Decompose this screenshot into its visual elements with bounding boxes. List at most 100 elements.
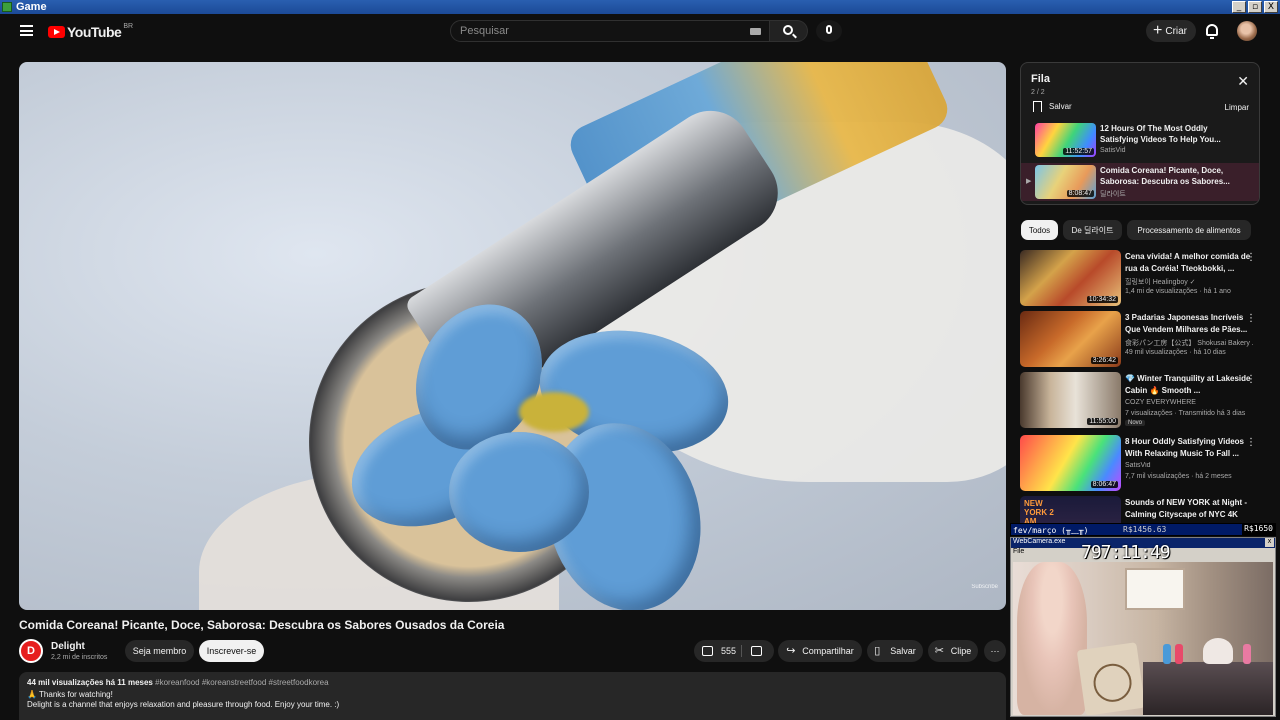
clip-label: Clipe — [950, 646, 972, 656]
clip-button[interactable]: ✂ Clipe — [928, 640, 978, 662]
queue-item[interactable]: 11:52:57 12 Hours Of The Most Oddly Sati… — [1021, 121, 1259, 159]
recommendation-thumbnail: 10:34:32 — [1020, 250, 1121, 306]
search-icon — [783, 25, 793, 35]
subscribe-button[interactable]: Inscrever-se — [199, 640, 264, 662]
join-button[interactable]: Seja membro — [125, 640, 194, 662]
recommendation-title: Sounds of NEW YORK at Night - Calming Ci… — [1125, 498, 1248, 519]
create-button[interactable]: + Criar — [1146, 20, 1196, 42]
recommendation-duration: 8:06:47 — [1090, 481, 1118, 488]
webcam-view — [1013, 562, 1273, 715]
webcam-bottle — [1243, 644, 1251, 664]
recommendation-title: Cena vívida! A melhor comida de rua da C… — [1125, 252, 1251, 273]
thumbs-up-icon[interactable] — [702, 646, 713, 656]
youtube-logo[interactable]: YouTube BR — [48, 23, 133, 40]
webcam-window[interactable]: WebCamera.exe x File 797:11:49 — [1010, 537, 1276, 717]
queue-count: 2 / 2 — [1031, 89, 1045, 96]
recommendation-duration: 10:34:32 — [1086, 296, 1118, 303]
share-icon: ↪ — [786, 645, 796, 657]
recommendation-item[interactable]: NEW YORK 2 AM Sounds of NEW YORK at Nigh… — [1020, 496, 1268, 523]
recommendation-thumbnail: 11:55:00 — [1020, 372, 1121, 428]
more-actions-button[interactable]: ⋯ — [984, 640, 1006, 662]
queue-item-channel: SatisVid — [1100, 147, 1126, 154]
recommendation-thumbnail: 8:06:47 — [1020, 435, 1121, 491]
queue-title: Fila — [1031, 73, 1050, 85]
close-icon[interactable]: x — [1265, 538, 1274, 547]
channel-name[interactable]: Delight — [51, 641, 85, 652]
bell-icon[interactable] — [1206, 24, 1218, 39]
upload-age: há 11 meses — [105, 678, 153, 687]
recommendation-channel: COZY EVERYWHERE — [1125, 399, 1196, 406]
search-input[interactable] — [460, 25, 740, 37]
recommendation-item[interactable]: 8:06:47 8 Hour Oddly Satisfying Videos W… — [1020, 435, 1268, 491]
queue-save-label: Salvar — [1049, 102, 1072, 111]
recommendation-meta: 1,4 mi de visualizações · há 1 ano — [1125, 288, 1231, 295]
queue-item-duration: 8:08:47 — [1066, 190, 1094, 197]
recommendation-duration: 3:26:42 — [1090, 357, 1118, 364]
recommendation-item[interactable]: 3:26:42 3 Padarias Japonesas Incríveis Q… — [1020, 311, 1268, 367]
description-box[interactable]: 44 mil visualizações há 11 meses #korean… — [19, 672, 1006, 720]
chip-from-channel[interactable]: De 딜라이트 — [1063, 220, 1122, 240]
mic-icon — [826, 25, 832, 34]
like-count: 555 — [721, 646, 737, 656]
create-label: Criar — [1165, 25, 1188, 37]
bookmark-icon: ▯ — [874, 645, 881, 657]
more-vert-icon[interactable]: ⋮ — [1246, 438, 1256, 448]
webcam-menu-file[interactable]: File — [1013, 548, 1024, 555]
menu-icon[interactable] — [20, 25, 33, 36]
thumbs-down-icon[interactable] — [751, 646, 762, 656]
queue-item-duration: 11:52:57 — [1063, 148, 1094, 155]
avatar[interactable] — [1237, 21, 1257, 41]
hashtags[interactable]: #koreanfood #koreanstreetfood #streetfoo… — [155, 678, 328, 687]
more-vert-icon[interactable]: ⋮ — [1246, 314, 1256, 324]
thumbnail-caption: NEW YORK 2 AM — [1024, 499, 1054, 523]
queue-clear-button[interactable]: Limpar — [1225, 103, 1249, 112]
keyboard-icon[interactable] — [750, 28, 761, 35]
more-vert-icon[interactable]: ⋮ — [1246, 375, 1256, 385]
save-label: Salvar — [890, 646, 916, 656]
maximize-button[interactable]: ▫ — [1248, 1, 1262, 13]
webcam-room-window — [1125, 568, 1185, 610]
recommendation-channel: SatisVid — [1125, 462, 1151, 469]
queue-item-title: 12 Hours Of The Most Oddly Satisfying Vi… — [1100, 124, 1221, 144]
close-icon[interactable]: ✕ — [1237, 75, 1249, 89]
new-badge: Novo — [1125, 420, 1146, 426]
more-vert-icon[interactable]: ⋮ — [1246, 253, 1256, 263]
chip-food-processing[interactable]: Processamento de alimentos — [1127, 220, 1251, 240]
recommendation-meta: 49 mil visualizações · há 10 dias — [1125, 349, 1226, 356]
voice-search-button[interactable] — [816, 20, 842, 42]
minimize-button[interactable]: _ — [1232, 1, 1246, 13]
recommendation-thumbnail: 3:26:42 — [1020, 311, 1121, 367]
video-frame-flower-core — [519, 392, 589, 432]
share-button[interactable]: ↪ Compartilhar — [778, 640, 862, 662]
search-box — [450, 20, 770, 42]
save-button[interactable]: ▯ Salvar — [867, 640, 923, 662]
video-watermark: Subscribe — [971, 584, 998, 590]
plus-icon: + — [1153, 22, 1163, 39]
channel-subscribers: 2,2 mi de inscritos — [51, 654, 108, 661]
webcam-person — [1017, 562, 1087, 715]
stream-timer: 797:11:49 — [1081, 542, 1171, 563]
recommendation-channel: 食彩パン工房【公式】 Shokusai Bakery ... — [1125, 340, 1253, 347]
webcam-bottle — [1163, 644, 1171, 664]
search-button[interactable] — [770, 20, 808, 42]
recommendation-channel: 힐링보이 Healingboy ✓ — [1125, 279, 1196, 286]
recommendation-meta: 7 visualizações · Transmitido há 3 dias — [1125, 410, 1246, 417]
recommendation-thumbnail: NEW YORK 2 AM — [1020, 496, 1121, 523]
video-frame-flower — [319, 283, 759, 610]
recommendation-title: 3 Padarias Japonesas Incríveis Que Vende… — [1125, 313, 1248, 334]
queue-item-current[interactable]: ▶ 8:08:47 Comida Coreana! Picante, Doce,… — [1021, 163, 1259, 201]
recommendation-item[interactable]: 11:55:00 💎 Winter Tranquility at Lakesid… — [1020, 372, 1268, 428]
view-count: 44 mil visualizações — [27, 678, 104, 687]
chip-all[interactable]: Todos — [1021, 220, 1058, 240]
recommendation-title: 💎 Winter Tranquility at Lakeside Cabin 🔥… — [1125, 374, 1251, 395]
overlay-current-amount: R$1456.63 — [1123, 525, 1167, 534]
description-meta: 44 mil visualizações há 11 meses #korean… — [27, 678, 998, 687]
now-playing-icon: ▶ — [1026, 178, 1032, 185]
close-window-button[interactable]: X — [1264, 1, 1278, 13]
video-player[interactable]: Subscribe — [19, 62, 1006, 610]
youtube-play-icon — [48, 26, 65, 38]
overlay-goal-amount: R$1650 — [1242, 524, 1275, 535]
recommendation-item[interactable]: 10:34:32 Cena vívida! A melhor comida de… — [1020, 250, 1268, 306]
channel-avatar[interactable]: D — [19, 639, 43, 663]
queue-save-button[interactable]: Salvar — [1033, 101, 1072, 112]
